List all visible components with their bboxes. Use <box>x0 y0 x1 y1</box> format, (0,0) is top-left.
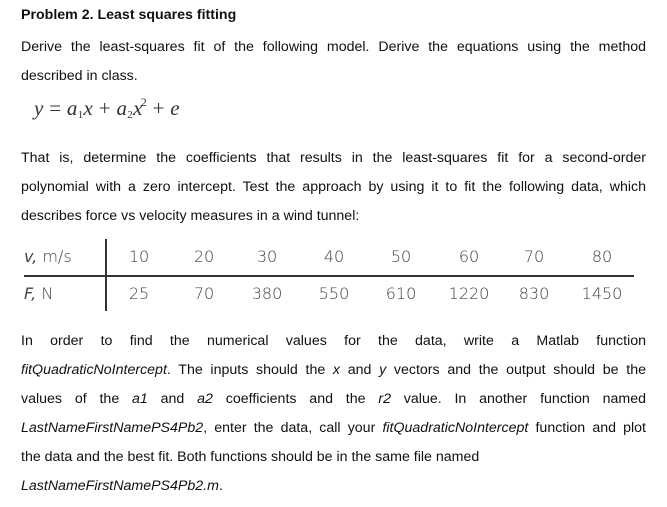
row-header-velocity: v, m/s <box>24 247 72 266</box>
instructions-text: vectors and the output should be the <box>386 362 646 378</box>
table-cell: 40 <box>323 247 345 266</box>
eq-a2: a <box>116 96 128 120</box>
instructions-text: , enter the data, call your <box>203 420 383 436</box>
var-x: x <box>332 362 341 378</box>
instructions-line-3: values of the a1 and a2 coefficients and… <box>21 390 646 408</box>
table-cell: 70 <box>523 247 545 266</box>
instructions-text: value. In another function named <box>390 391 646 407</box>
file-name: LastNameFirstNamePS4Pb2.m <box>21 478 219 494</box>
eq-e: e <box>170 96 180 120</box>
instructions-text: . <box>218 478 223 494</box>
table-cell: 10 <box>128 247 150 266</box>
table-cell: 1450 <box>581 284 623 303</box>
table-row-force: F, N 25 70 380 550 610 1220 830 1450 <box>24 284 634 314</box>
table-cell: 1220 <box>448 284 490 303</box>
script-name: LastNameFirstNamePS4Pb2 <box>21 420 204 436</box>
eq-x2-sup: 2 <box>140 95 147 109</box>
eq-plus-1: + <box>98 96 111 120</box>
instructions-line-5: the data and the best fit. Both function… <box>21 449 480 465</box>
table-cell: 60 <box>458 247 480 266</box>
table-cell: 30 <box>256 247 278 266</box>
eq-equals: = <box>49 96 62 120</box>
intro-line-2: described in class. <box>21 68 138 84</box>
instructions-line-2: fitQuadraticNoIntercept. The inputs shou… <box>21 361 646 379</box>
force-var: F, <box>24 284 37 303</box>
eq-a1: a <box>66 96 78 120</box>
instructions-text: function and plot <box>528 420 646 436</box>
row-header-force: F, N <box>24 284 53 303</box>
table-row-velocity: v, m/s 10 20 30 40 50 60 70 80 <box>24 247 634 277</box>
table-cell: 20 <box>193 247 215 266</box>
velocity-var: v, <box>24 247 38 266</box>
eq-x1: x <box>83 96 94 120</box>
intro-line-1: Derive the least-squares fit of the foll… <box>21 39 646 55</box>
function-name-fit: fitQuadraticNoIntercept <box>382 420 529 436</box>
table-cell: 550 <box>318 284 350 303</box>
para2-line-2: polynomial with a zero intercept. Test t… <box>21 179 646 195</box>
table-cell: 610 <box>385 284 417 303</box>
instructions-text: coefficients and the <box>212 391 379 407</box>
para2-line-1: That is, determine the coefficients that… <box>21 150 646 166</box>
instructions-text: and <box>340 362 380 378</box>
table-cell: 70 <box>193 284 215 303</box>
table-cell: 380 <box>251 284 283 303</box>
para2-line-3: describes force vs velocity measures in … <box>21 208 360 224</box>
coef-a1: a1 <box>132 391 148 407</box>
velocity-unit: m/s <box>42 247 72 266</box>
instructions-text: . The inputs should the <box>166 362 333 378</box>
instructions-line-1: In order to find the numerical values fo… <box>21 333 646 349</box>
function-name-fit: fitQuadraticNoIntercept <box>21 362 167 378</box>
problem-title: Problem 2. Least squares fitting <box>21 7 237 23</box>
table-cell: 80 <box>591 247 613 266</box>
instructions-line-4: LastNameFirstNamePS4Pb2, enter the data,… <box>21 419 646 437</box>
instructions-text: and <box>147 391 198 407</box>
table-cell: 25 <box>128 284 150 303</box>
table-cell: 830 <box>518 284 550 303</box>
instructions-line-6: LastNameFirstNamePS4Pb2.m. <box>21 477 223 495</box>
velocity-force-table: v, m/s 10 20 30 40 50 60 70 80 F, N 25 7… <box>24 239 634 311</box>
table-cell: 50 <box>390 247 412 266</box>
force-unit: N <box>41 284 54 303</box>
model-equation: y = a1x + a2x2 + e <box>34 95 180 121</box>
coef-a2: a2 <box>197 391 213 407</box>
instructions-text: values of the <box>21 391 133 407</box>
r2-value: r2 <box>378 391 391 407</box>
eq-plus-2: + <box>152 96 165 120</box>
eq-y: y <box>34 96 44 120</box>
